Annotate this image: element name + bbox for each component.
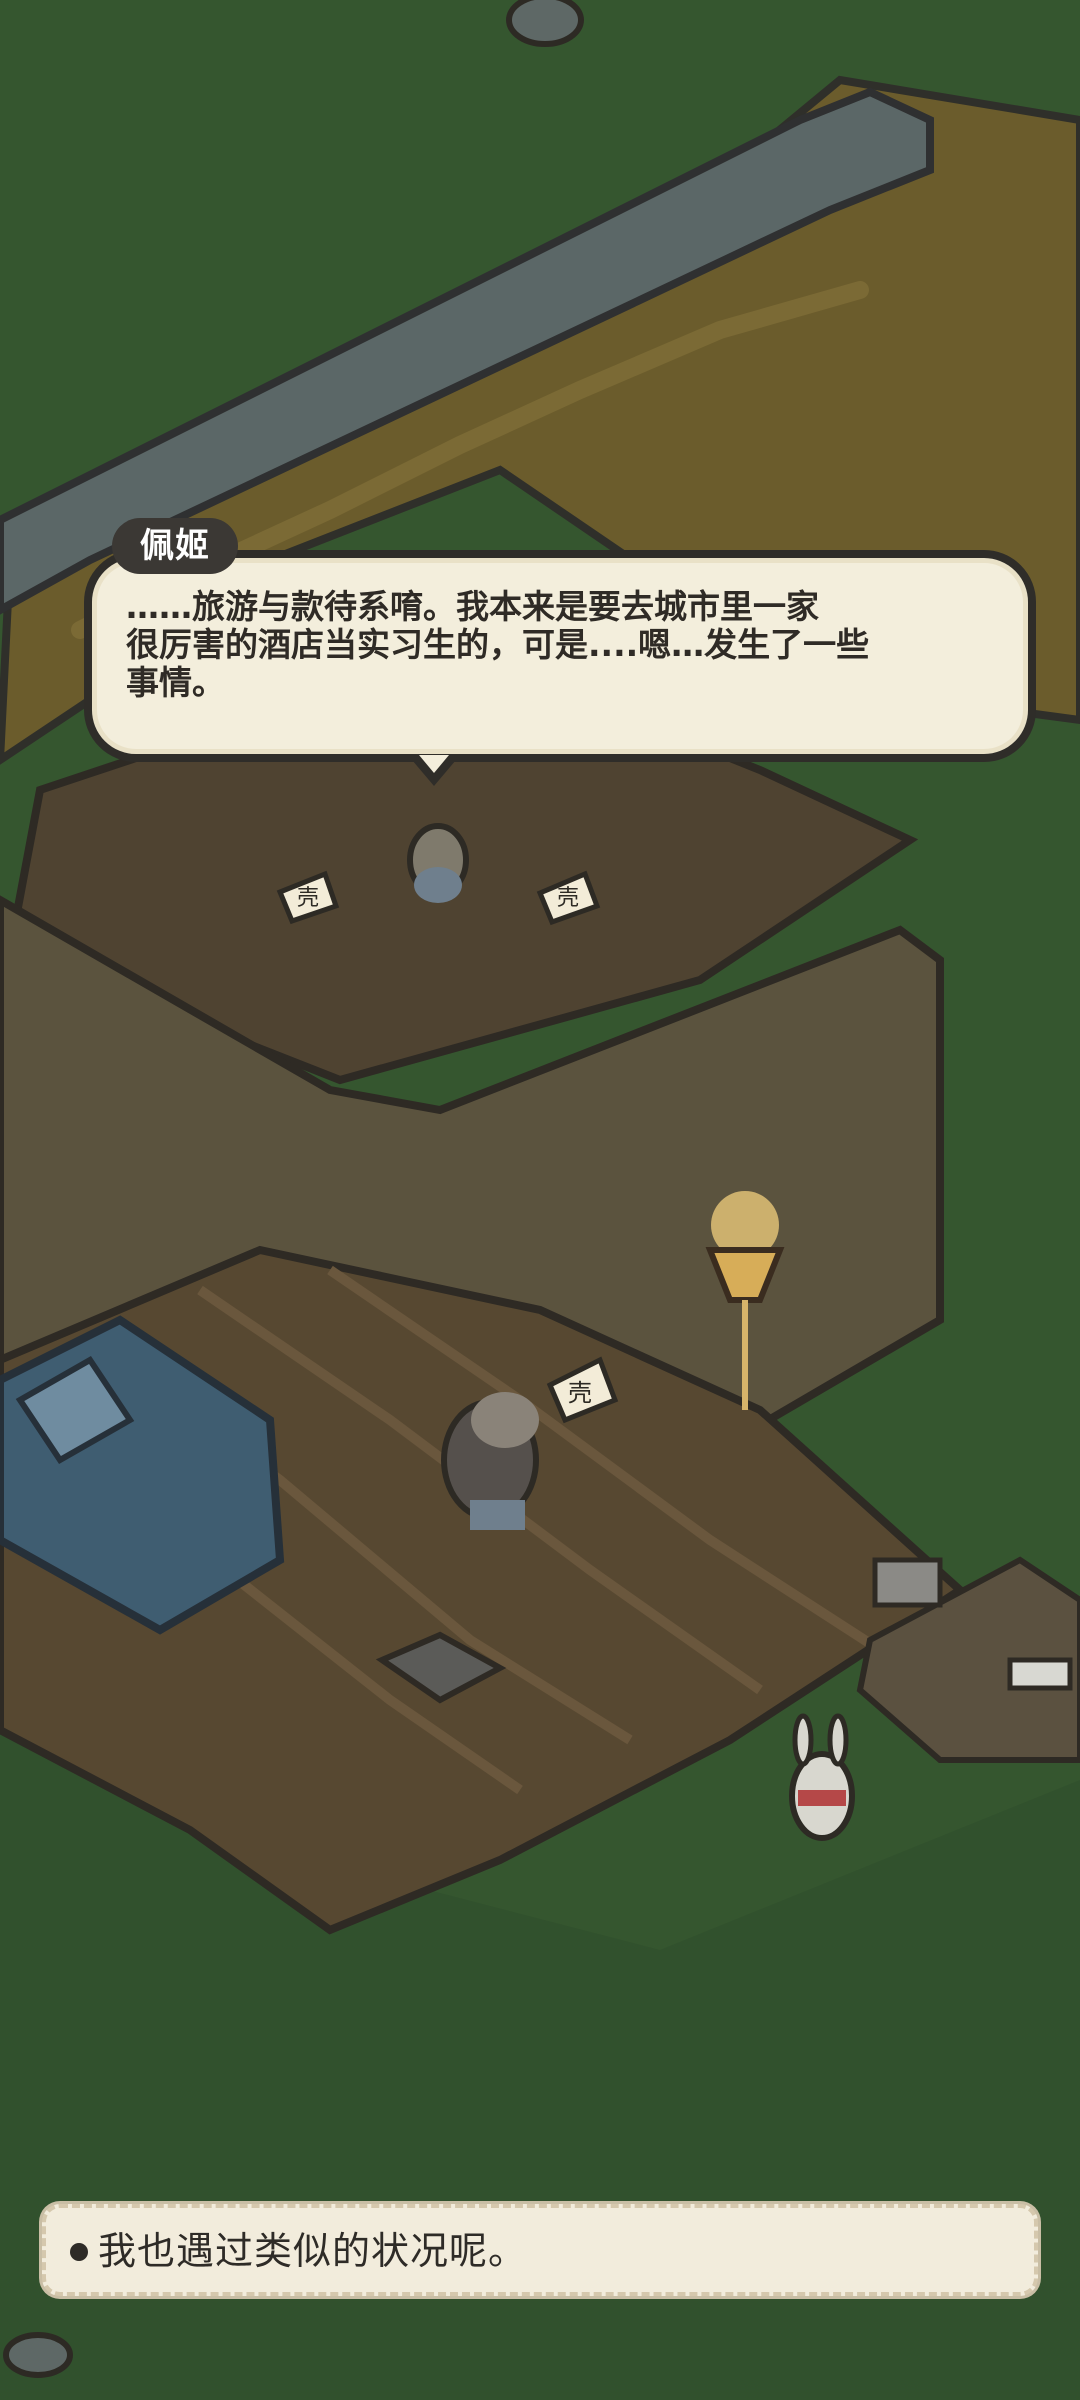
guest-book [1007,1657,1073,1691]
speaker-name: 佩姬 [140,526,210,566]
dialogue-text: ……旅游与款待系唷。我本来是要去城市里一家 很厉害的酒店当实习生的，可是....… [126,587,870,702]
sale-sign-label: 壳 [557,886,579,911]
scene-background: 壳 壳 壳 [0,0,1080,2400]
sale-sign-label: 壳 [297,886,319,911]
dialogue-choice-button[interactable]: 我也遇过类似的状况呢。 [42,2204,1038,2296]
choice-label: 我也遇过类似的状况呢。 [98,2229,528,2273]
speaker-name-tag: 佩姬 [112,518,238,574]
cash-register [872,1557,943,1608]
sale-sign-label: 壳 [568,1379,592,1407]
rock [506,0,584,47]
character-upper [407,823,469,903]
lamp-pole [742,1300,748,1410]
game-screen: 壳 壳 壳 佩姬 ……旅游与款待系唷。我本来是要去城市里一家 很厉害的酒店当实习… [0,0,1080,2400]
rock [3,2332,73,2378]
dialogue-tail-inner [419,755,449,773]
choice-bullet-icon [70,2243,88,2261]
